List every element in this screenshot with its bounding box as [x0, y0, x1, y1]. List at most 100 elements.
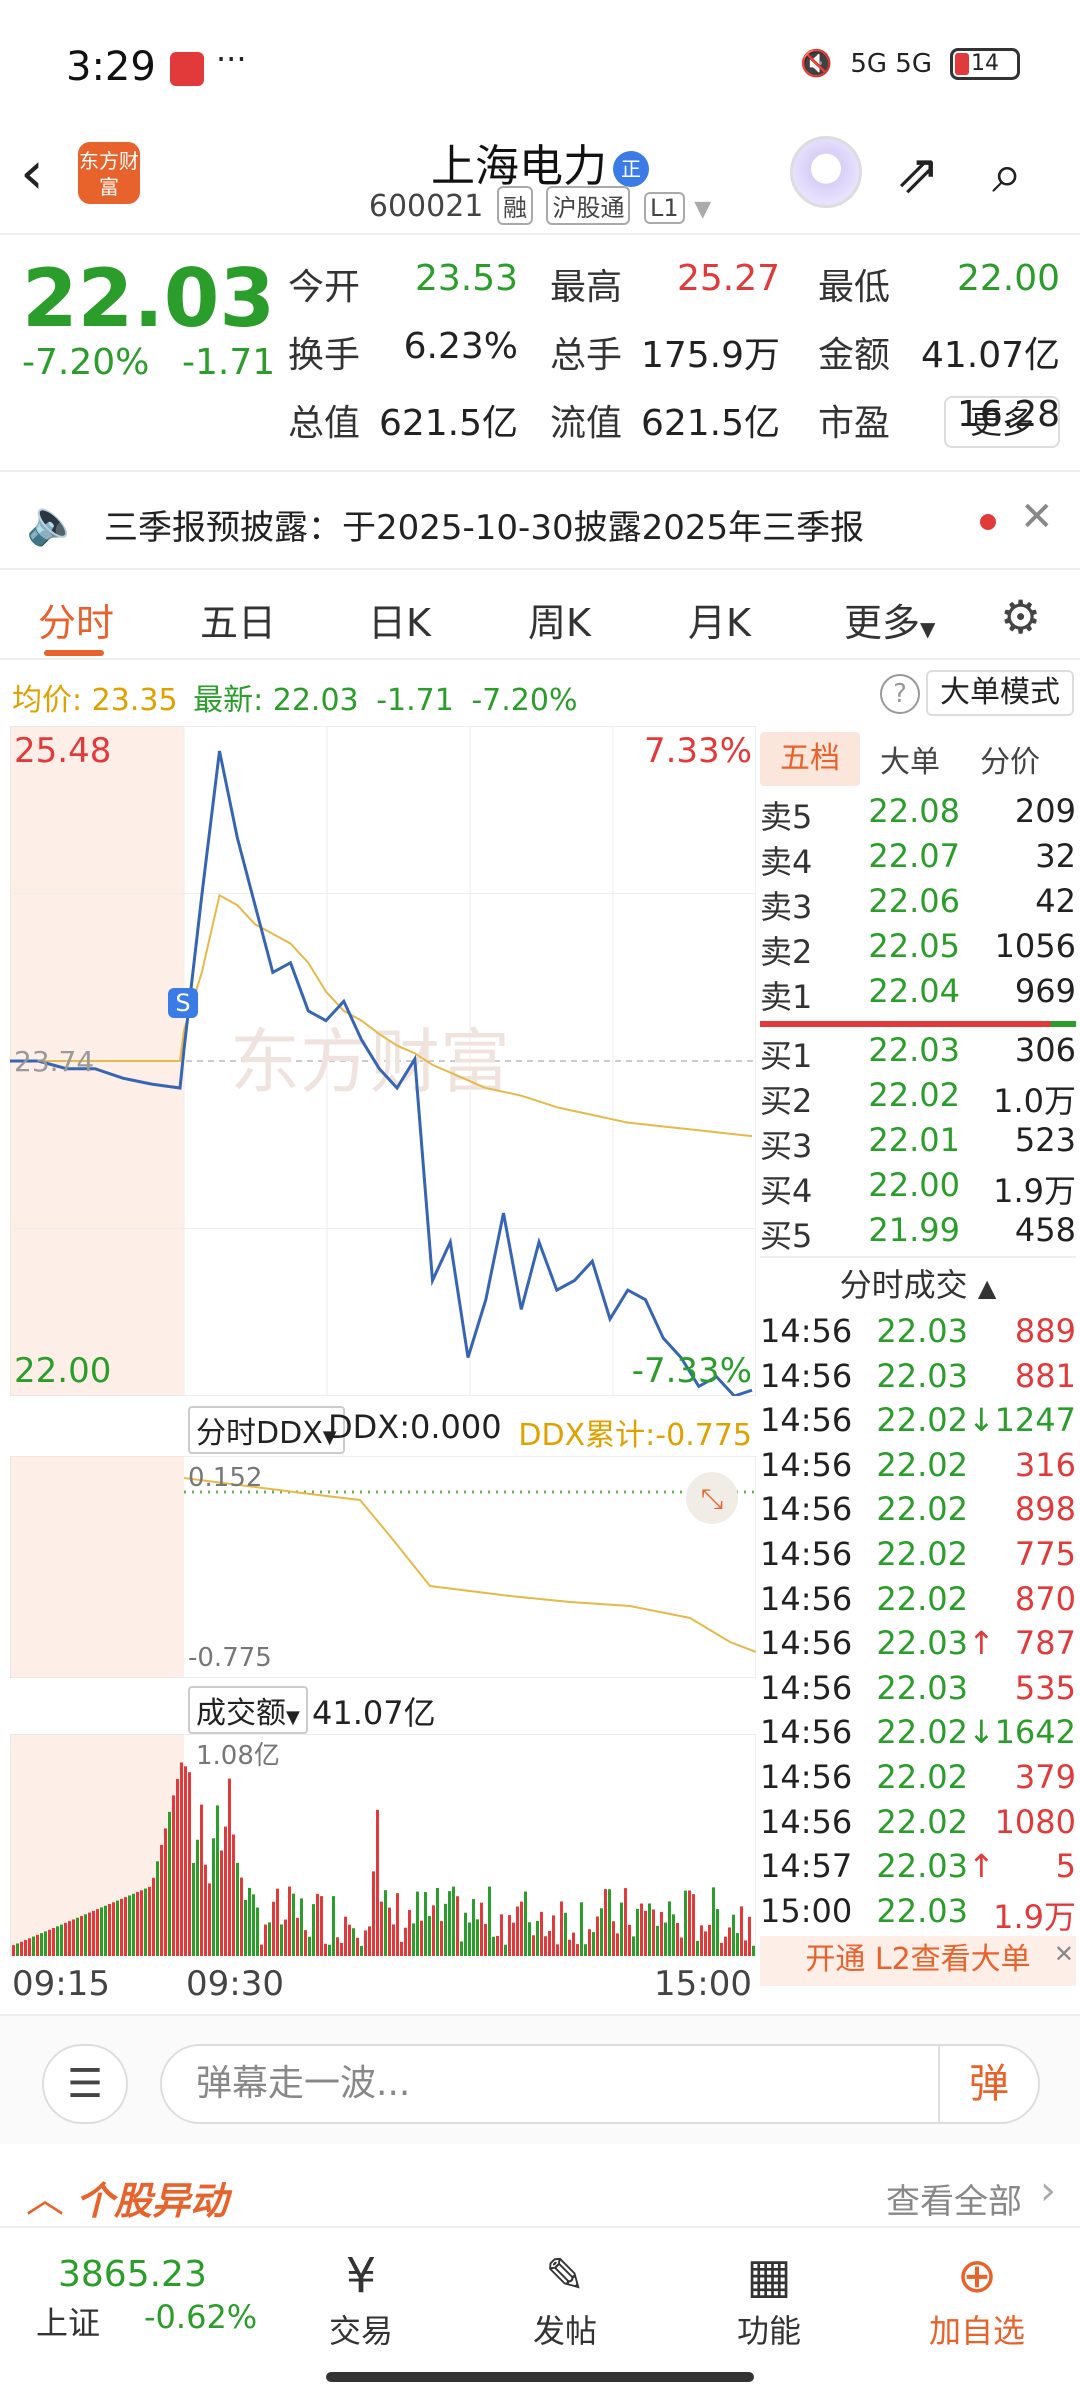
danmu-input[interactable]: 弹幕走一波... 弹 [160, 2044, 1040, 2124]
more-quote-button[interactable]: 更多 [944, 396, 1060, 448]
tab-more[interactable]: 更多▼ [844, 592, 935, 647]
tick-arrow [968, 1312, 990, 1357]
volume-bar [572, 1932, 575, 1956]
l2-promo-banner[interactable]: 开通 L2查看大单 ✕ [760, 1936, 1076, 1987]
ask-label: 卖5 [760, 798, 813, 836]
tick-arrow [968, 1490, 990, 1535]
bid-level-row[interactable]: 买3 22.01 523 [760, 1121, 1076, 1166]
tick-price: 22.02 [876, 1757, 968, 1796]
tab-price-distribution[interactable]: 分价 [960, 737, 1060, 781]
search-icon[interactable]: ⌕ [992, 144, 1052, 204]
bid-vol: 523 [1014, 1121, 1076, 1159]
bid-level-row[interactable]: 买2 22.02 1.0万 [760, 1076, 1076, 1121]
index-value[interactable]: 3865.23 [58, 2254, 207, 2295]
bid-level-row[interactable]: 买1 22.03 306 [760, 1031, 1076, 1076]
quote-value: 6.23% [403, 326, 518, 367]
ddx-header: 分时DDX▼ DDX:0.000 DDX累计:-0.775 [10, 1400, 756, 1454]
dropdown-arrow-icon: ▼ [920, 617, 936, 641]
bid-level-row[interactable]: 买4 22.00 1.9万 [760, 1166, 1076, 1211]
nav-post[interactable]: ✎ 发帖 [500, 2246, 630, 2352]
stock-code: 600021 [368, 189, 484, 224]
ask-level-row[interactable]: 卖2 22.05 1056 [760, 927, 1076, 972]
y-bottom-label: 22.00 [14, 1351, 111, 1391]
nav-functions-label: 功能 [736, 2312, 801, 2350]
tab-weekly-k[interactable]: 周K [528, 592, 591, 647]
comment-list-icon[interactable]: ☰ [42, 2044, 128, 2124]
quote-label: 最高 [550, 267, 623, 308]
volume-selector[interactable]: 成交额▼ [188, 1686, 308, 1734]
volume-bar [428, 1916, 431, 1956]
view-all-link[interactable]: 查看全部 [886, 2174, 1022, 2223]
close-promo-icon[interactable]: ✕ [1054, 1930, 1074, 1978]
close-icon[interactable]: ✕ [1020, 494, 1054, 540]
volume-chart[interactable]: 1.08亿 [9, 1733, 757, 1957]
tick-arrow [968, 1803, 990, 1848]
volume-bar [352, 1928, 355, 1956]
tick-row: 14:56 22.03 535 [760, 1669, 1076, 1714]
collapse-chevron-icon[interactable]: ︿ [26, 2168, 64, 2223]
volume-bar [380, 1901, 383, 1956]
quote-label: 换手 [288, 335, 361, 376]
ask-level-row[interactable]: 卖1 22.04 969 [760, 972, 1076, 1017]
tick-time: 14:56 [760, 1802, 853, 1841]
volume-bar [112, 1902, 115, 1956]
tick-price: 22.02 [876, 1802, 968, 1841]
nav-trade[interactable]: ¥ 交易 [296, 2246, 426, 2352]
help-icon[interactable]: ? [880, 674, 920, 714]
tick-price: 22.03 [876, 1624, 968, 1663]
tick-time: 14:56 [760, 1534, 853, 1573]
battery-icon: 14 [950, 48, 1020, 80]
tab-five-levels[interactable]: 五档 [760, 732, 860, 786]
nav-add-watchlist[interactable]: ⊕ 加自选 [912, 2246, 1042, 2352]
l2-promo-text: 开通 L2查看大单 [805, 1942, 1031, 1978]
share-icon[interactable]: ⇗ [895, 144, 955, 204]
volume-bar [360, 1945, 363, 1956]
notice-bar[interactable]: 🔈 三季报预披露：于2025-10-30披露2025年三季报 ✕ [0, 470, 1080, 570]
tick-row: 14:56 22.02 379 [760, 1758, 1076, 1803]
volume-bar [172, 1795, 175, 1956]
ddx-selector[interactable]: 分时DDX▼ [188, 1406, 345, 1454]
stock-name-text: 上海电力 [431, 141, 607, 192]
ask-level-row[interactable]: 卖5 22.08 209 [760, 792, 1076, 837]
volume-bar [60, 1924, 63, 1956]
stock-movement-section[interactable]: ︿ 个股异动 查看全部 › [0, 2160, 1080, 2226]
bid-level-row[interactable]: 买5 21.99 458 [760, 1211, 1076, 1256]
tick-time: 14:56 [760, 1401, 853, 1440]
tick-row: 14:56 22.02 898 [760, 1490, 1076, 1535]
ask-levels: 卖5 22.08 209 卖4 22.07 32 卖3 22.06 42 卖2 22.05 1056 卖… [760, 792, 1076, 1017]
big-order-mode-button[interactable]: 大单模式 [926, 670, 1074, 716]
volume-chart-svg: 1.08亿 [9, 1733, 757, 1957]
quote-label: 总手 [550, 335, 623, 376]
volume-bar [228, 1778, 231, 1956]
volume-bar [96, 1909, 99, 1956]
ddx-chart-svg: 0.152 -0.775 ⤡ [9, 1455, 757, 1679]
tick-row: 14:56 22.03 881 [760, 1357, 1076, 1402]
quote-value: 175.9万 [640, 335, 780, 376]
volume-bar [92, 1910, 95, 1956]
ask-level-row[interactable]: 卖4 22.07 32 [760, 837, 1076, 882]
settings-gear-icon[interactable]: ⚙ [1000, 590, 1041, 644]
nav-functions[interactable]: ▦ 功能 [704, 2246, 834, 2352]
tab-intraday[interactable]: 分时 [38, 592, 114, 647]
tick-time: 14:56 [760, 1713, 853, 1752]
volume-bar [672, 1914, 675, 1956]
danmu-send-button[interactable]: 弹 [938, 2046, 1038, 2122]
ask-vol: 1056 [994, 927, 1076, 965]
change-amount: -1.71 [182, 342, 276, 383]
tab-big-orders[interactable]: 大单 [860, 737, 960, 781]
tab-five-day[interactable]: 五日 [200, 592, 276, 647]
ask-level-row[interactable]: 卖3 22.06 42 [760, 882, 1076, 927]
intraday-chart[interactable]: 东方财富 25.48 7.33% 23.74 22.00 -7.33% S [9, 725, 757, 1398]
assistant-robot-icon[interactable] [790, 136, 862, 208]
quote-label: 今开 [288, 267, 361, 308]
volume-bar [40, 1933, 43, 1956]
ddx-chart[interactable]: 0.152 -0.775 ⤡ [9, 1455, 757, 1679]
volume-bar [348, 1924, 351, 1956]
ticks-title[interactable]: 分时成交 ▲ [760, 1256, 1076, 1312]
tab-daily-k[interactable]: 日K [368, 592, 431, 647]
tab-monthly-k[interactable]: 月K [688, 592, 751, 647]
volume-bar [28, 1938, 31, 1956]
volume-bar [684, 1890, 687, 1956]
volume-bar [76, 1917, 79, 1956]
grid-icon: ▦ [746, 2248, 792, 2304]
